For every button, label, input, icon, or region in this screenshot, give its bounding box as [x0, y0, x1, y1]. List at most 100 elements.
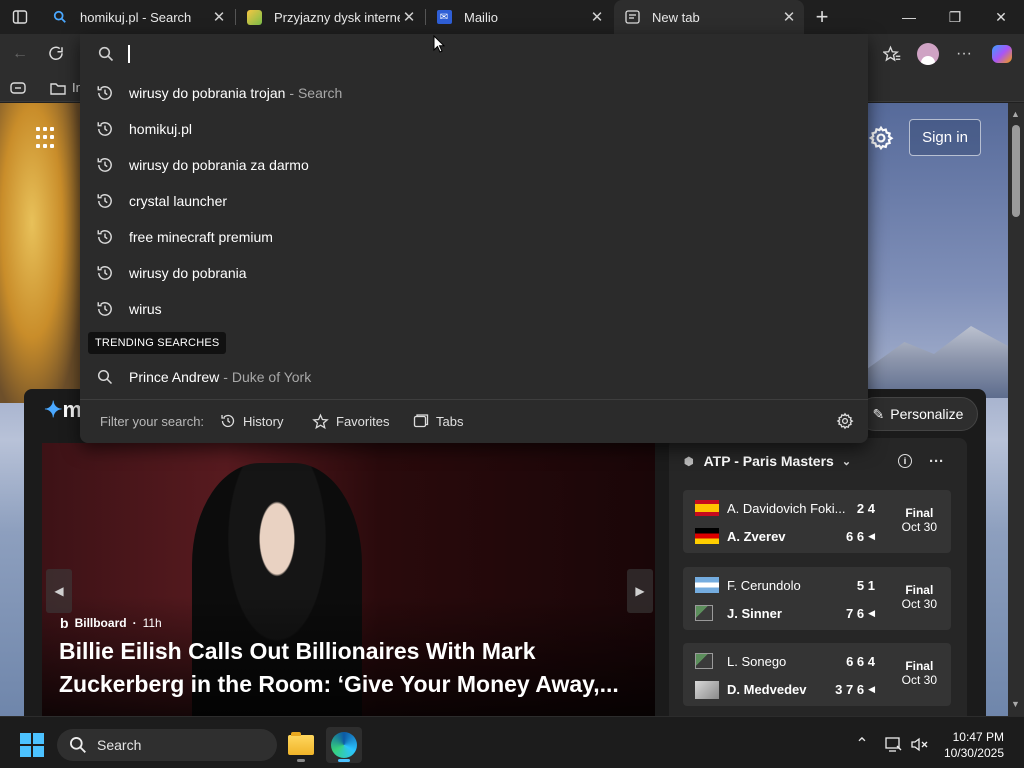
- mouse-cursor-icon: [433, 35, 445, 53]
- pencil-icon: ✎: [872, 405, 885, 422]
- network-monitor-icon[interactable]: [884, 735, 902, 753]
- broken-image-flag-icon: [695, 605, 719, 621]
- sports-title: ATP - Paris Masters: [703, 453, 834, 469]
- volume-muted-icon[interactable]: [910, 735, 928, 753]
- match-card[interactable]: L. Sonego 6 6 4 D. Medvedev 3 7 6 ◀ Final Oct …: [683, 643, 951, 706]
- player-name: A. Zverev: [727, 528, 786, 544]
- restore-icon[interactable]: ❐: [932, 0, 978, 34]
- match-status-label: Final: [905, 659, 934, 673]
- file-explorer-icon[interactable]: [283, 727, 319, 763]
- germany-flag-icon: [695, 528, 719, 544]
- search-settings-gear-icon[interactable]: [836, 412, 854, 430]
- scroll-up-arrow-icon[interactable]: ▲: [1011, 109, 1021, 119]
- tab-3[interactable]: ✉ Mailio ✕: [426, 0, 612, 34]
- search-icon: [95, 367, 115, 387]
- close-window-icon[interactable]: ✕: [978, 0, 1024, 34]
- windows-start-icon[interactable]: [20, 733, 44, 757]
- match-status-label: Final: [905, 506, 934, 520]
- tab-close-icon[interactable]: ✕: [780, 8, 798, 26]
- copilot-icon[interactable]: [988, 40, 1016, 68]
- match-card[interactable]: F. Cerundolo 5 1 J. Sinner 7 6 ◀ Final Oct 30: [683, 567, 951, 630]
- more-menu-icon[interactable]: ···: [950, 40, 978, 68]
- suggestion-text: free minecraft premium: [129, 229, 273, 245]
- tab-2[interactable]: Przyjazny dysk internetowy✕: [236, 0, 424, 34]
- address-bar[interactable]: [80, 34, 868, 74]
- tennis-ball-icon: ⬢: [684, 455, 694, 468]
- reading-list-icon[interactable]: [4, 74, 32, 102]
- show-hidden-icons-chevron-icon[interactable]: ⌃: [853, 735, 871, 753]
- tab-close-icon[interactable]: ✕: [400, 8, 418, 26]
- hero-dot: ·: [132, 616, 137, 630]
- hero-prev-arrow-icon[interactable]: ◀: [46, 569, 72, 613]
- player-score: 7 6: [846, 605, 865, 621]
- edge-browser-icon[interactable]: [326, 727, 362, 763]
- edge-active-indicator: [338, 759, 350, 762]
- chevron-down-icon[interactable]: ⌄: [842, 455, 851, 468]
- tab-title: Przyjazny dysk internetowy: [274, 9, 400, 25]
- history-suggestion[interactable]: wirus: [80, 291, 868, 327]
- match-status: Final Oct 30: [902, 583, 937, 611]
- filter-history-label: History: [243, 413, 284, 429]
- hero-headline[interactable]: Billie Eilish Calls Out Billionaires Wit…: [59, 635, 639, 701]
- tab-close-icon[interactable]: ✕: [210, 8, 228, 26]
- player-name: A. Davidovich Foki...: [727, 500, 846, 516]
- page-settings-gear-icon[interactable]: [868, 125, 894, 151]
- hero-source: b Billboard · 11h: [60, 615, 162, 631]
- history-suggestion[interactable]: crystal launcher: [80, 183, 868, 219]
- player-name: J. Sinner: [727, 605, 782, 621]
- scroll-down-arrow-icon[interactable]: ▼: [1011, 699, 1021, 709]
- address-bar-dropdown: wirusy do pobrania trojan - Search homikuj…: [80, 34, 868, 443]
- minimize-icon[interactable]: —: [886, 0, 932, 34]
- hero-age: 11h: [142, 616, 162, 630]
- new-tab-plus-icon[interactable]: +: [810, 4, 834, 29]
- screen: Sign in ✦m ✎ Personalize ◀ ▶ b Billboard…: [0, 0, 1024, 768]
- player-score: 5 1: [856, 577, 875, 593]
- hero-news-card[interactable]: ◀ ▶ b Billboard · 11h Billie Eilish Call…: [42, 443, 655, 716]
- info-icon[interactable]: i: [898, 454, 912, 468]
- page-scrollbar[interactable]: ▲ ▼: [1008, 103, 1024, 716]
- history-suggestion[interactable]: wirusy do pobrania trojan - Search: [80, 75, 868, 111]
- back-arrow-icon[interactable]: ←: [6, 40, 34, 68]
- history-suggestion[interactable]: free minecraft premium: [80, 219, 868, 255]
- newtab-icon: [624, 9, 640, 25]
- more-options-icon[interactable]: ···: [929, 453, 944, 470]
- player-row: J. Sinner 7 6 ◀: [695, 603, 875, 623]
- personalize-button[interactable]: ✎ Personalize: [858, 397, 978, 431]
- address-input[interactable]: [128, 42, 828, 66]
- history-suggestion[interactable]: wirusy do pobrania: [80, 255, 868, 291]
- player-score: 2 4: [856, 500, 875, 516]
- hero-next-arrow-icon[interactable]: ▶: [627, 569, 653, 613]
- refresh-icon[interactable]: [42, 40, 70, 68]
- explorer-running-indicator: [297, 759, 305, 762]
- hero-source-name: Billboard: [74, 616, 127, 630]
- history-suggestion[interactable]: wirusy do pobrania za darmo: [80, 147, 868, 183]
- filter-tabs-button[interactable]: Tabs: [413, 413, 463, 429]
- suggestion-text: wirusy do pobrania: [129, 265, 247, 281]
- match-card[interactable]: A. Davidovich Foki... 2 4 A. Zverev 6 6 ◀ Fin…: [683, 490, 951, 553]
- tab-actions-icon[interactable]: [8, 6, 32, 28]
- favorites-star-icon[interactable]: [878, 40, 906, 68]
- tab-title: Mailio: [464, 9, 498, 25]
- filter-favorites-button[interactable]: Favorites: [312, 413, 389, 430]
- tab-4[interactable]: New tab ✕: [614, 0, 804, 34]
- placeholder-flag-icon: [695, 681, 719, 699]
- history-icon: [95, 119, 115, 139]
- match-date: Oct 30: [901, 520, 937, 534]
- trending-suggestion[interactable]: Prince Andrew - Duke of York: [80, 359, 868, 395]
- drive-icon: [246, 9, 262, 25]
- favorites-folder-icon[interactable]: [44, 74, 72, 102]
- taskbar-search-box[interactable]: Search: [57, 729, 277, 761]
- bing-search-icon: [52, 9, 68, 25]
- system-clock[interactable]: 10:47 PM 10/30/2025: [944, 729, 1004, 761]
- sports-header[interactable]: ⬢ ATP - Paris Masters ⌄ i ···: [669, 450, 967, 472]
- history-suggestion[interactable]: homikuj.pl: [80, 111, 868, 147]
- billboard-logo-icon: b: [60, 615, 69, 631]
- filter-history-button[interactable]: History: [220, 413, 283, 429]
- scroll-thumb[interactable]: [1012, 125, 1020, 217]
- tab-1[interactable]: homikuj.pl - Search ✕: [42, 0, 234, 34]
- tab-close-icon[interactable]: ✕: [588, 8, 606, 26]
- app-launcher-icon[interactable]: [36, 127, 58, 149]
- sign-in-button[interactable]: Sign in: [909, 119, 981, 156]
- player-row: A. Davidovich Foki... 2 4: [695, 498, 875, 518]
- profile-avatar-icon[interactable]: [914, 40, 942, 68]
